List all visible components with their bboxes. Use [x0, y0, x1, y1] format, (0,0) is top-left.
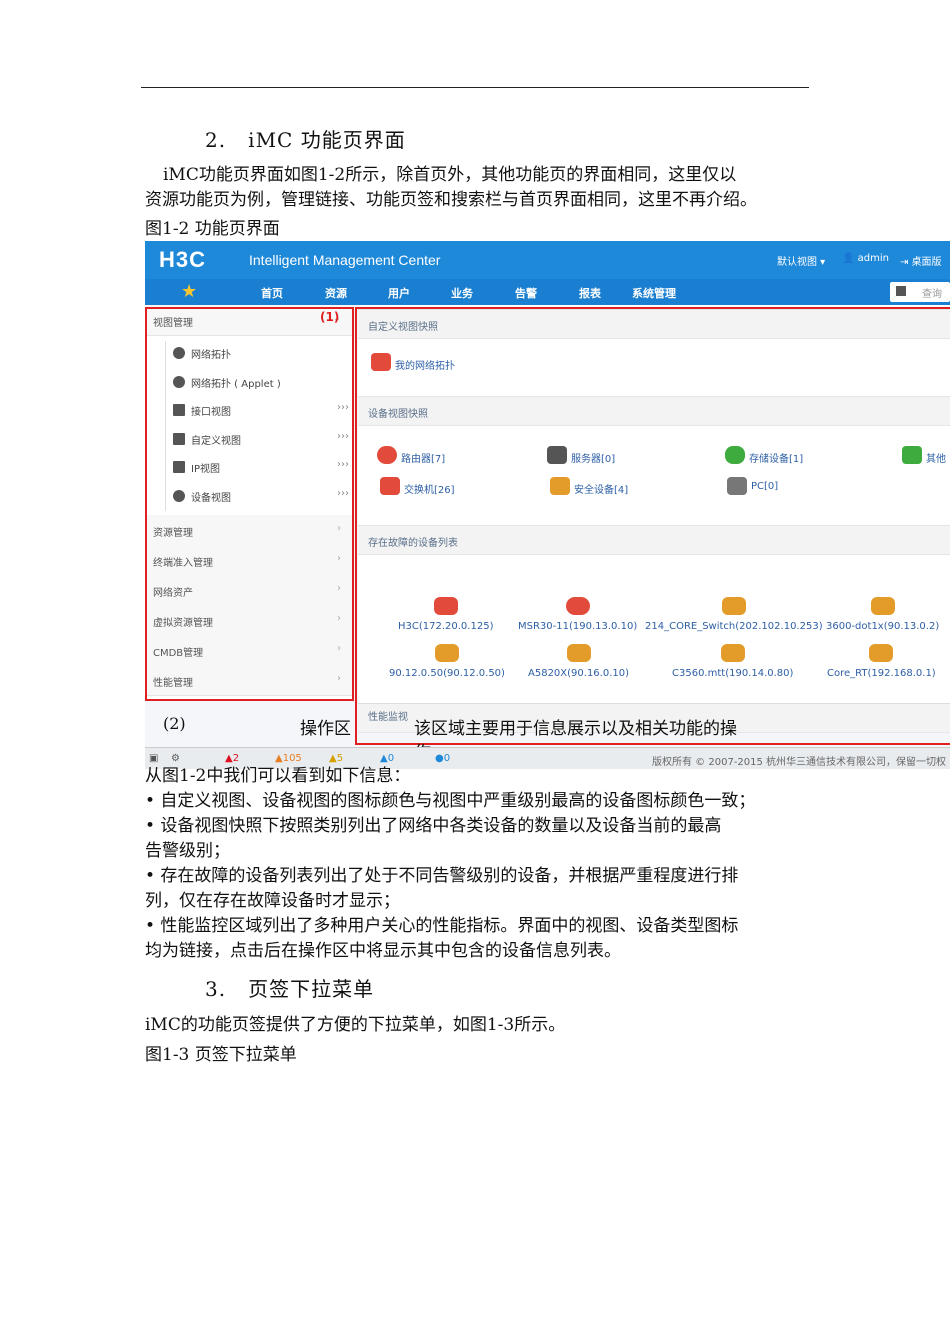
nav-system[interactable]: 系统管理	[632, 285, 676, 301]
nav-user[interactable]: 用户	[388, 285, 410, 301]
marker-2: (2)	[163, 714, 186, 733]
paragraph-line: 资源功能页为例，管理链接、功能页签和搜索栏与首页界面相同，这里不再介绍。	[145, 190, 757, 210]
bullet-line: 列，仅在存在故障设备时才显示；	[145, 891, 400, 911]
h3c-logo: H3C	[159, 247, 207, 272]
info-alarm-count[interactable]: ●0	[435, 753, 450, 764]
nav-service[interactable]: 业务	[451, 285, 473, 301]
monitor-icon[interactable]: ▣	[149, 753, 158, 764]
minor-alarm-count[interactable]: ▲5	[329, 753, 343, 764]
section-number: 3.	[205, 977, 227, 1001]
settings-icon[interactable]: ⚙	[171, 753, 180, 764]
bullet-line: • 设备视图快照下按照类别列出了网络中各类设备的数量以及设备当前的最高	[145, 816, 722, 836]
operation-area-desc: 该区域主要用于信息展示以及相关功能的操	[414, 719, 737, 739]
bullet-line: • 性能监控区域列出了多种用户关心的性能指标。界面中的视图、设备类型图标	[145, 916, 739, 936]
user-menu[interactable]: 👤 admin	[842, 253, 889, 264]
marker-1: (1)	[320, 310, 340, 324]
imc-screenshot: H3C Intelligent Management Center 默认视图 ▾…	[145, 241, 950, 769]
copyright-text: 版权所有 © 2007-2015 杭州华三通信技术有限公司，保留一切权	[652, 757, 947, 768]
nav-alarm[interactable]: 告警	[515, 285, 537, 301]
paragraph-line: iMC的功能页签提供了方便的下拉菜单，如图1-3所示。	[145, 1015, 566, 1035]
section-2-heading: 2. iMC 功能页界面	[205, 124, 406, 153]
nav-report[interactable]: 报表	[579, 285, 601, 301]
nav-resource[interactable]: 资源	[325, 285, 347, 301]
bullet-line: 告警级别；	[145, 841, 230, 861]
warning-alarm-count[interactable]: ▲0	[380, 753, 394, 764]
major-alarm-count[interactable]: ▲105	[275, 753, 302, 764]
view-menu[interactable]: 默认视图 ▾	[777, 253, 825, 268]
app-name: Intelligent Management Center	[249, 252, 441, 268]
section-number: 2.	[205, 128, 227, 152]
search-type-icon	[896, 286, 906, 296]
figure-caption: 图1-3 页签下拉菜单	[145, 1045, 297, 1065]
search-input[interactable]: 查询	[890, 282, 950, 302]
nav-home[interactable]: 首页	[261, 285, 283, 301]
section-3-heading: 3. 页签下拉菜单	[205, 973, 374, 1002]
favorites-star-icon[interactable]: ★	[181, 281, 197, 302]
operation-area-label: 操作区	[300, 719, 351, 739]
top-rule	[141, 87, 809, 88]
bullet-line: • 自定义视图、设备视图的图标颜色与视图中严重级别最高的设备图标颜色一致；	[145, 791, 756, 811]
area-1-highlight	[145, 307, 354, 701]
bullet-line: 均为链接，点击后在操作区中将显示其中包含的设备信息列表。	[145, 941, 621, 961]
section-title: iMC 功能页界面	[248, 128, 406, 152]
figure-caption: 图1-2 功能页界面	[145, 219, 280, 239]
desktop-link[interactable]: ⇥ 桌面版	[900, 253, 942, 268]
header-bar: H3C Intelligent Management Center 默认视图 ▾…	[145, 241, 950, 279]
area-2-highlight	[355, 307, 950, 745]
paragraph-line: iMC功能页界面如图1-2所示，除首页外，其他功能页的界面相同，这里仅以	[163, 165, 737, 185]
nav-bar: ★ 首页 资源 用户 业务 告警 报表 系统管理 查询	[145, 279, 950, 305]
critical-alarm-count[interactable]: ▲2	[225, 753, 239, 764]
bullet-line: • 存在故障的设备列表列出了处于不同告警级别的设备，并根据严重程度进行排	[145, 866, 739, 886]
paragraph-line: 从图1-2中我们可以看到如下信息：	[145, 766, 411, 786]
section-title: 页签下拉菜单	[248, 977, 375, 1001]
